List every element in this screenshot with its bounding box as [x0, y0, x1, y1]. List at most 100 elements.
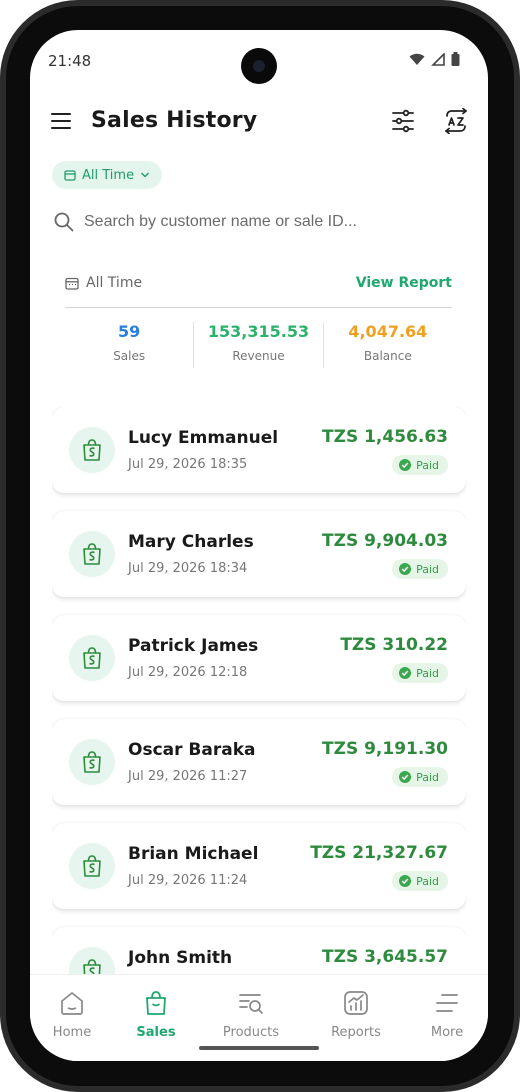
summary-header: All Time View Report — [65, 275, 452, 305]
check-circle-icon — [399, 459, 412, 471]
nav-label: More — [430, 1025, 464, 1040]
stat-label: Sales — [113, 349, 146, 363]
sale-date: Jul 29, 2026 11:24 — [128, 873, 248, 888]
sale-card[interactable]: Brian Michael Jul 29, 2026 11:24 TZS 21,… — [52, 823, 466, 909]
sale-amount: TZS 9,191.30 — [322, 739, 448, 759]
status-icons — [409, 52, 460, 66]
shopping-bag-icon — [83, 543, 101, 565]
customer-name: Oscar Baraka — [128, 740, 256, 760]
sale-card[interactable]: Lucy Emmanuel Jul 29, 2026 18:35 TZS 1,4… — [52, 407, 466, 493]
chip-label: All Time — [82, 167, 135, 183]
period-label: All Time — [86, 275, 143, 291]
shopping-bag-icon — [83, 751, 101, 773]
nav-label: Sales — [136, 1025, 176, 1040]
sale-avatar — [69, 739, 115, 785]
menu-button[interactable] — [50, 110, 72, 132]
page-title: Sales History — [91, 108, 258, 133]
sort-az-icon — [445, 107, 467, 135]
summary-period: All Time — [65, 275, 142, 291]
nav-item-home[interactable]: Home — [30, 989, 117, 1040]
sale-amount: TZS 21,327.67 — [310, 843, 448, 863]
status-text: Paid — [416, 874, 439, 888]
app-screen: 21:48 Sales History All Time Search by c… — [30, 30, 488, 1061]
product-search-icon — [239, 994, 263, 1014]
sale-amount: TZS 9,904.03 — [322, 531, 448, 551]
sale-avatar — [69, 427, 115, 473]
nav-label: Reports — [331, 1025, 381, 1040]
home-indicator — [199, 1046, 319, 1050]
stat-revenue: 153,315.53 Revenue — [194, 322, 324, 368]
shopping-bag-icon — [146, 991, 166, 1015]
stat-label: Balance — [363, 349, 412, 363]
status-badge: Paid — [392, 871, 448, 891]
signal-icon — [431, 52, 445, 66]
nav-label: Home — [52, 1025, 92, 1040]
sale-amount: TZS 3,645.57 — [322, 947, 448, 967]
status-text: Paid — [416, 562, 439, 576]
stat-label: Revenue — [232, 349, 285, 363]
stat-value: 153,315.53 — [207, 322, 310, 341]
filter-button[interactable] — [390, 108, 416, 134]
check-circle-icon — [399, 875, 412, 887]
phone-frame: 21:48 Sales History All Time Search by c… — [0, 0, 520, 1092]
status-badge: Paid — [392, 767, 448, 787]
check-circle-icon — [399, 563, 412, 575]
check-circle-icon — [399, 667, 412, 679]
sale-date: Jul 29, 2026 12:18 — [128, 665, 248, 680]
sale-avatar — [69, 947, 115, 974]
customer-name: Lucy Emmanuel — [128, 428, 279, 448]
customer-name: Brian Michael — [128, 844, 259, 864]
customer-name: Mary Charles — [128, 532, 254, 552]
sale-card[interactable]: Oscar Baraka Jul 29, 2026 11:27 TZS 9,19… — [52, 719, 466, 805]
shopping-bag-icon — [83, 647, 101, 669]
sliders-icon — [392, 109, 414, 133]
front-camera — [241, 48, 277, 84]
reports-chart-icon — [344, 991, 368, 1015]
hamburger-icon — [51, 113, 71, 129]
sort-button[interactable] — [442, 107, 470, 135]
status-bar: 21:48 — [30, 30, 488, 96]
nav-item-products[interactable]: Products — [206, 989, 296, 1040]
nav-item-reports[interactable]: Reports — [311, 989, 401, 1040]
power-button — [516, 434, 520, 588]
sales-list: Lucy Emmanuel Jul 29, 2026 18:35 TZS 1,4… — [52, 407, 466, 974]
status-text: Paid — [416, 666, 439, 680]
nav-item-more[interactable]: More — [402, 989, 488, 1040]
status-text: Paid — [416, 458, 439, 472]
nav-item-sales[interactable]: Sales — [111, 989, 201, 1040]
nav-label: Products — [222, 1025, 280, 1040]
summary-divider — [65, 307, 452, 308]
wifi-icon — [409, 53, 425, 65]
sale-amount: TZS 1,456.63 — [322, 427, 448, 447]
sale-avatar — [69, 843, 115, 889]
app-bar: Sales History — [30, 100, 488, 146]
sale-card[interactable]: Mary Charles Jul 29, 2026 18:34 TZS 9,90… — [52, 511, 466, 597]
status-badge: Paid — [392, 663, 448, 683]
sale-card[interactable]: Patrick James Jul 29, 2026 12:18 TZS 310… — [52, 615, 466, 701]
search-bar — [54, 210, 454, 234]
search-input[interactable] — [84, 213, 424, 231]
calendar-icon — [64, 170, 76, 181]
customer-name: John Smith — [128, 948, 233, 968]
sale-date: Jul 29, 2026 11:27 — [128, 769, 248, 784]
sale-avatar — [69, 531, 115, 577]
sale-avatar — [69, 635, 115, 681]
view-report-link[interactable]: View Report — [356, 275, 452, 291]
sale-date: Jul 29, 2026 18:35 — [128, 457, 248, 472]
volume-button — [516, 300, 520, 384]
summary-stats: 59 Sales 153,315.53 Revenue 4,047.64 Bal… — [65, 322, 452, 368]
status-text: Paid — [416, 770, 439, 784]
home-icon — [61, 992, 83, 1015]
search-icon — [54, 212, 74, 232]
more-menu-icon — [436, 994, 458, 1012]
sale-card[interactable]: John Smith TZS 3,645.57 — [52, 927, 466, 974]
calendar-icon — [65, 277, 79, 290]
customer-name: Patrick James — [128, 636, 259, 656]
stat-sales: 59 Sales — [65, 322, 195, 368]
stat-value: 59 — [118, 322, 141, 341]
period-filter-chip[interactable]: All Time — [52, 161, 163, 189]
battery-icon — [451, 52, 460, 66]
status-time: 21:48 — [48, 52, 92, 70]
check-circle-icon — [399, 771, 412, 783]
sale-amount: TZS 310.22 — [340, 635, 448, 655]
